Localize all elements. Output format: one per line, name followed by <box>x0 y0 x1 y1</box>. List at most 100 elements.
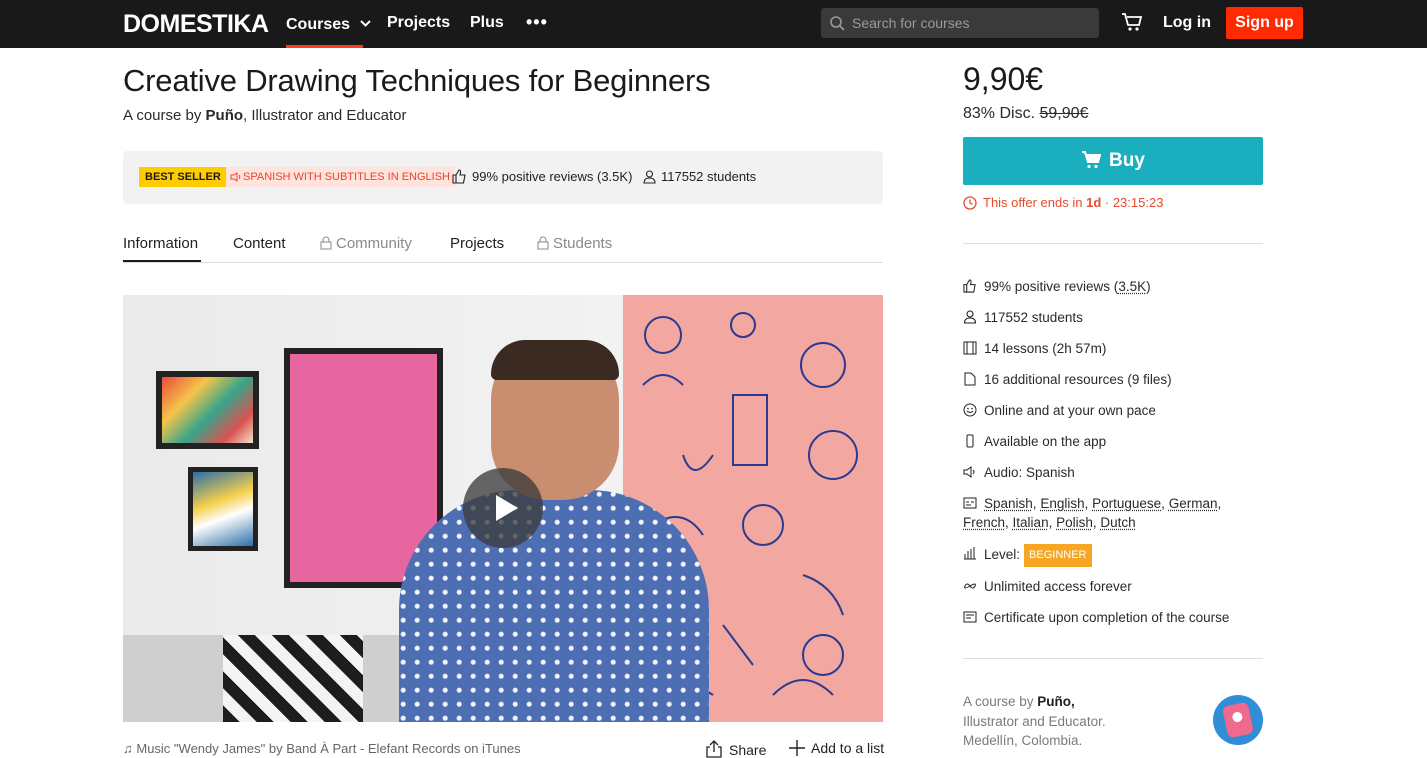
author-info: A course by Puño, Illustrator and Educat… <box>963 692 1106 751</box>
author-link[interactable]: Puño <box>206 107 244 124</box>
user-icon <box>963 310 977 324</box>
students-summary: 117552 students <box>643 169 756 184</box>
share-icon <box>706 740 722 758</box>
mobile-icon <box>966 434 974 448</box>
search-input[interactable] <box>852 8 1092 38</box>
domestika-logo[interactable]: DOMESTIKA <box>123 10 269 39</box>
offer-countdown: This offer ends in 1d · 23:15:23 <box>963 195 1163 210</box>
login-link[interactable]: Log in <box>1163 14 1211 32</box>
feature-pace: Online and at your own pace <box>963 401 1263 420</box>
reviews-count-link[interactable]: 3.5K <box>1118 279 1146 294</box>
author-role: Illustrator and Educator. <box>963 713 1106 729</box>
feature-subtitles: Spanish, English, Portuguese, German, <box>963 494 1263 513</box>
level-label: Level: <box>984 547 1021 562</box>
tab-community-label: Community <box>336 235 412 252</box>
subtitle-lang: French <box>963 515 1006 530</box>
subtitle-lang: Portuguese <box>1092 496 1162 511</box>
feature-lessons: 14 lessons (2h 57m) <box>963 339 1263 358</box>
feature-access-text: Unlimited access forever <box>984 579 1132 594</box>
subtitles-icon <box>963 497 977 509</box>
offer-days: 1d <box>1086 195 1102 210</box>
share-label: Share <box>729 742 767 758</box>
feature-level: Level: BEGINNER <box>963 544 1263 567</box>
play-button[interactable] <box>463 468 543 548</box>
language-badge: SPANISH WITH SUBTITLES IN ENGLISH <box>226 167 455 187</box>
subtitle-lang: Spanish <box>984 496 1033 511</box>
feature-lessons-text: 14 lessons (2h 57m) <box>984 341 1107 356</box>
reviews-text: 99% positive reviews (3.5K) <box>472 169 633 184</box>
byline-prefix: A course by <box>123 107 206 124</box>
feature-reviews-prefix: 99% positive reviews ( <box>984 279 1119 294</box>
offer-sep: · <box>1101 195 1113 210</box>
feature-audio: Audio: Spanish <box>963 463 1263 482</box>
thumbs-up-icon <box>963 279 976 293</box>
feature-subtitles-line2: French, Italian, Polish, Dutch <box>963 515 1136 530</box>
tab-information[interactable]: Information <box>123 235 198 252</box>
offer-time: 23:15:23 <box>1112 195 1164 210</box>
feature-app: Available on the app <box>963 432 1263 451</box>
avatar[interactable] <box>1213 695 1263 745</box>
nav-active-indicator <box>286 45 363 48</box>
author-location: Medellín, Colombia. <box>963 733 1083 748</box>
more-menu-icon[interactable]: ••• <box>526 12 548 33</box>
feature-pace-text: Online and at your own pace <box>984 403 1156 418</box>
course-video-player[interactable] <box>123 295 883 722</box>
cart-icon <box>1082 151 1102 169</box>
thumbs-up-icon <box>452 169 466 184</box>
buy-label: Buy <box>1109 150 1145 171</box>
wall-art-frame <box>188 467 258 551</box>
tab-content[interactable]: Content <box>233 235 286 252</box>
discount-info: 83% Disc. 59,90€ <box>963 105 1088 123</box>
nav-projects[interactable]: Projects <box>387 14 450 32</box>
speaker-icon <box>230 172 241 182</box>
offer-prefix: This offer ends in <box>983 195 1087 210</box>
course-info-bar: BEST SELLER SPANISH WITH SUBTITLES IN EN… <box>123 151 883 204</box>
feature-app-text: Available on the app <box>984 434 1107 449</box>
play-icon <box>496 495 518 521</box>
plus-icon <box>789 740 805 756</box>
add-to-list-button[interactable]: Add to a list <box>789 740 884 756</box>
level-badge: BEGINNER <box>1024 544 1092 567</box>
signup-button[interactable]: Sign up <box>1226 7 1303 39</box>
search-box <box>821 8 1099 38</box>
course-price: 9,90€ <box>963 61 1044 97</box>
subtitle-lang: English <box>1040 496 1085 511</box>
course-byline: A course by Puño, Illustrator and Educat… <box>123 107 406 124</box>
buy-button[interactable]: Buy <box>963 137 1263 185</box>
lock-icon <box>320 236 332 250</box>
feature-reviews: 99% positive reviews (3.5K) <box>963 277 1263 296</box>
author-name-link[interactable]: Puño, <box>1037 694 1075 709</box>
subtitle-lang: Italian <box>1012 515 1049 530</box>
divider <box>963 243 1263 244</box>
best-seller-badge: BEST SELLER <box>139 167 227 187</box>
feature-resources: 16 additional resources (9 files) <box>963 370 1263 389</box>
subtitle-lang: Dutch <box>1100 515 1136 530</box>
cart-icon[interactable] <box>1121 12 1143 37</box>
certificate-icon <box>963 611 977 623</box>
feature-students: 117552 students <box>963 308 1263 327</box>
tab-active-indicator <box>123 260 201 262</box>
wall-art-frame <box>156 371 259 449</box>
file-icon <box>964 372 976 386</box>
tab-students-label: Students <box>553 235 613 252</box>
pillow <box>223 635 363 722</box>
infinity-icon <box>964 583 976 589</box>
nav-plus[interactable]: Plus <box>470 14 504 32</box>
share-button[interactable]: Share <box>705 740 766 758</box>
tab-projects[interactable]: Projects <box>450 235 504 252</box>
feature-certificate: Certificate upon completion of the cours… <box>963 608 1263 627</box>
lock-icon <box>537 236 549 250</box>
original-price: 59,90€ <box>1039 105 1089 122</box>
tab-students[interactable]: Students <box>537 235 612 252</box>
course-title: Creative Drawing Techniques for Beginner… <box>123 63 711 98</box>
nav-courses-label: Courses <box>286 16 351 33</box>
feature-audio-text: Audio: Spanish <box>984 465 1075 480</box>
nav-courses[interactable]: Courses <box>286 14 372 34</box>
film-icon <box>963 341 977 355</box>
tab-community[interactable]: Community <box>320 235 412 252</box>
instructor-figure <box>399 340 709 722</box>
subtitle-lang: German <box>1168 496 1218 511</box>
video-music-credit: ♫ Music "Wendy James" by Band À Part - E… <box>123 741 521 756</box>
feature-resources-text: 16 additional resources (9 files) <box>984 372 1172 387</box>
divider <box>963 658 1263 659</box>
